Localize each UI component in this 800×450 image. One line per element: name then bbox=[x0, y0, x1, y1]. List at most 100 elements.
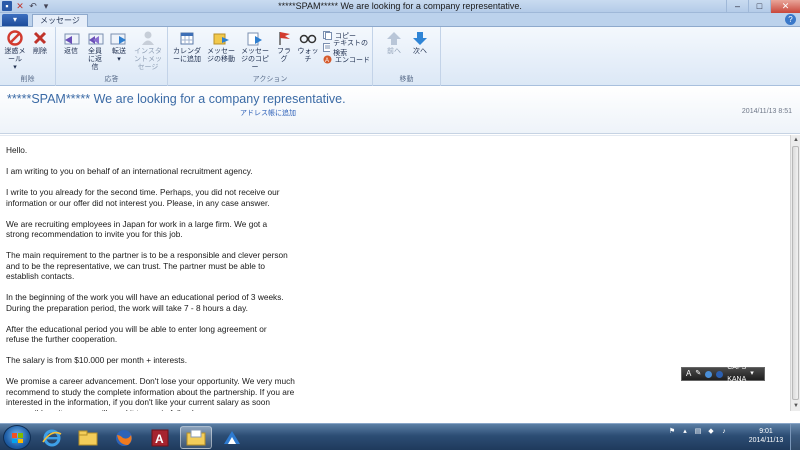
show-desktop-button[interactable] bbox=[790, 424, 800, 450]
delete-x-icon bbox=[33, 31, 47, 45]
move-message-label: メッセージの移動 bbox=[207, 48, 235, 63]
body-paragraph: I write to you already for the second ti… bbox=[6, 187, 280, 208]
ime-pad-icon[interactable] bbox=[705, 370, 713, 378]
taskbar-access[interactable]: A bbox=[144, 426, 176, 449]
scroll-thumb[interactable] bbox=[792, 146, 799, 400]
internet-explorer-icon bbox=[42, 429, 62, 446]
minimize-icon[interactable]: – bbox=[726, 0, 748, 13]
window-controls: – □ ✕ bbox=[726, 0, 800, 13]
ime-help-icon[interactable] bbox=[716, 370, 724, 378]
message-subject: *****SPAM***** We are looking for a comp… bbox=[7, 92, 346, 106]
taskbar-file-explorer[interactable] bbox=[72, 426, 104, 449]
svg-text:A: A bbox=[155, 432, 164, 446]
body-paragraph: We are recruiting employees in Japan for… bbox=[6, 218, 268, 240]
body-paragraph: The salary is from $10.000 per month + i… bbox=[6, 355, 188, 365]
scroll-down-icon[interactable]: ▼ bbox=[791, 401, 800, 411]
start-button[interactable] bbox=[3, 425, 31, 450]
ime-mode-indicator[interactable]: A bbox=[686, 368, 691, 380]
taskbar-network-app[interactable] bbox=[216, 426, 248, 449]
junk-button[interactable]: 迷惑メール ▾ bbox=[3, 30, 27, 72]
taskbar-clock[interactable]: 9:01 2014/11/13 bbox=[745, 427, 787, 445]
delete-button[interactable]: 削除 bbox=[29, 30, 51, 56]
kana-label: KANA bbox=[727, 376, 747, 383]
title-bar: ▪ ✕ ↶ ▾ *****SPAM***** We are looking fo… bbox=[0, 0, 800, 13]
instant-message-icon bbox=[142, 31, 154, 45]
move-message-button[interactable]: メッセージの移動 bbox=[204, 30, 238, 64]
windows-logo-icon bbox=[12, 433, 23, 443]
previous-label: 前へ bbox=[387, 48, 401, 55]
watch-glasses-icon bbox=[299, 34, 317, 44]
forward-icon bbox=[110, 33, 126, 45]
encoding-button[interactable]: A エンコード bbox=[323, 54, 370, 65]
taskbar-internet-explorer[interactable] bbox=[36, 426, 68, 449]
find-text-icon bbox=[323, 43, 331, 52]
file-explorer-icon bbox=[78, 430, 98, 445]
file-menu-button[interactable]: ▾ bbox=[2, 14, 28, 26]
encoding-icon: A bbox=[323, 55, 332, 64]
up-arrow-icon bbox=[387, 32, 401, 45]
forward-label: 転送 bbox=[112, 48, 126, 55]
next-label: 次へ bbox=[413, 48, 427, 55]
body-scrollbar[interactable]: ▲ ▼ bbox=[790, 135, 800, 411]
body-paragraph: I am writing to you on behalf of an inte… bbox=[6, 166, 253, 176]
language-bar[interactable]: A ✎ CAPS KANA ▾ bbox=[681, 364, 765, 383]
network-app-icon bbox=[224, 430, 240, 444]
ime-tools-icon[interactable]: ✎ bbox=[695, 368, 701, 380]
calendar-icon bbox=[180, 32, 194, 45]
group-delete: 迷惑メール ▾ 削除 削除 bbox=[0, 27, 56, 86]
system-tray: ⚑ ▴ ▤ ◆ ♪ bbox=[668, 428, 728, 436]
network-tray-icon[interactable]: ▤ bbox=[694, 428, 702, 436]
forward-dropdown-arrow: ▾ bbox=[117, 56, 121, 63]
action-center-icon[interactable]: ◆ bbox=[707, 428, 715, 436]
clock-date: 2014/11/13 bbox=[748, 437, 784, 444]
language-bar-options-icon[interactable]: ▾ bbox=[750, 368, 754, 380]
tab-message[interactable]: メッセージ bbox=[32, 14, 88, 27]
show-hidden-icons-icon[interactable]: ▴ bbox=[681, 428, 689, 436]
message-date: 2014/11/13 8:51 bbox=[741, 108, 792, 115]
windows-mail-icon bbox=[186, 429, 206, 445]
watch-button[interactable]: ウォッチ bbox=[297, 30, 319, 64]
add-to-calendar-button[interactable]: カレンダーに追加 bbox=[170, 30, 204, 64]
flag-button[interactable]: フラグ bbox=[274, 30, 294, 64]
watch-label: ウォッチ bbox=[297, 48, 319, 63]
taskbar-firefox[interactable] bbox=[108, 426, 140, 449]
body-paragraph: The main requirement to the partner is t… bbox=[6, 250, 288, 281]
help-icon[interactable]: ? bbox=[785, 14, 796, 25]
reply-all-button[interactable]: 全員に返信 bbox=[83, 30, 107, 72]
find-text-button[interactable]: テキストの検索 bbox=[323, 40, 372, 57]
flag-label: フラグ bbox=[277, 48, 291, 63]
add-to-contacts-link[interactable]: アドレス帳に追加 bbox=[240, 108, 296, 118]
reply-all-label: 全員に返信 bbox=[88, 48, 102, 71]
move-folder-icon bbox=[213, 33, 229, 45]
firefox-icon bbox=[116, 429, 132, 446]
delete-label: 削除 bbox=[33, 48, 47, 55]
copy-message-label: メッセージのコピー bbox=[241, 48, 269, 71]
maximize-icon[interactable]: □ bbox=[748, 0, 770, 13]
copy-message-icon bbox=[247, 32, 262, 46]
group-label-respond: 応答 bbox=[104, 76, 119, 83]
junk-dropdown-arrow: ▾ bbox=[13, 64, 17, 71]
caps-kana-indicator: CAPS KANA bbox=[727, 362, 746, 386]
body-paragraph: After the educational period you will be… bbox=[6, 323, 267, 345]
reply-label: 返信 bbox=[64, 48, 78, 55]
previous-button[interactable]: 前へ bbox=[383, 30, 405, 56]
junk-label: 迷惑メール bbox=[4, 48, 26, 63]
next-button[interactable]: 次へ bbox=[409, 30, 431, 56]
group-move: 前へ 次へ 移動 bbox=[373, 27, 441, 86]
instant-message-button[interactable]: インスタントメッセージ bbox=[132, 30, 164, 72]
message-header: *****SPAM***** We are looking for a comp… bbox=[0, 86, 800, 134]
reply-button[interactable]: 返信 bbox=[60, 30, 82, 56]
scroll-up-icon[interactable]: ▲ bbox=[791, 135, 800, 145]
forward-button[interactable]: 転送 ▾ bbox=[108, 30, 130, 64]
flag-tray-icon[interactable]: ⚑ bbox=[668, 428, 676, 436]
volume-tray-icon[interactable]: ♪ bbox=[720, 428, 728, 436]
junk-icon bbox=[7, 30, 23, 46]
ribbon-tabs: ▾ メッセージ ? bbox=[0, 13, 800, 27]
close-icon[interactable]: ✕ bbox=[770, 0, 800, 13]
message-body[interactable]: Hello. I am writing to you on behalf of … bbox=[0, 135, 790, 411]
down-arrow-icon bbox=[413, 32, 427, 45]
taskbar-windows-mail[interactable] bbox=[180, 426, 212, 449]
message-body-text: Hello. I am writing to you on behalf of … bbox=[6, 145, 336, 411]
copy-message-button[interactable]: メッセージのコピー bbox=[238, 30, 272, 72]
encoding-label: エンコード bbox=[335, 56, 370, 64]
